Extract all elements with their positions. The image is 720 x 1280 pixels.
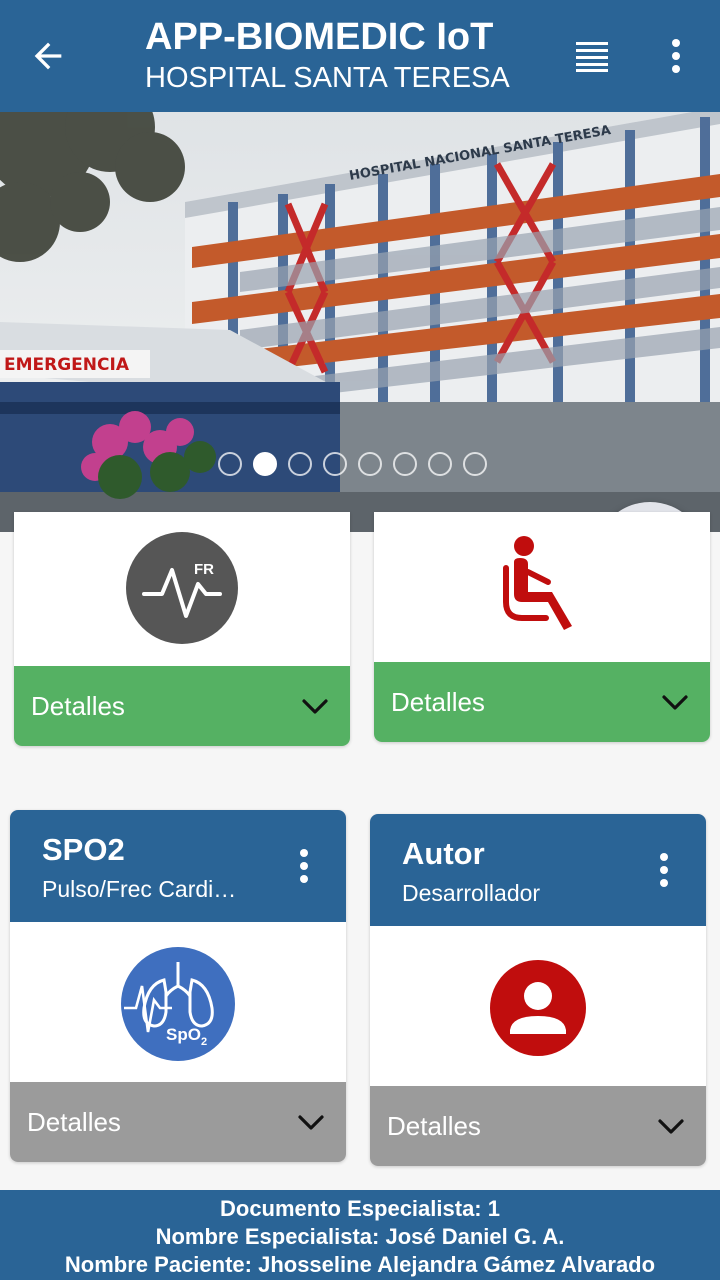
specialist-name: Nombre Especialista: José Daniel G. A. — [155, 1224, 565, 1249]
patient-name: Nombre Paciente: Jhosseline Alejandra Gá… — [64, 1252, 656, 1277]
carousel-dot[interactable] — [218, 452, 242, 476]
fr-pulse-icon: FR — [126, 532, 238, 644]
posture-card-body: Detalles — [374, 512, 710, 742]
list-icon — [576, 42, 608, 72]
spo2-lungs-icon: SpO2 — [121, 947, 235, 1061]
list-button[interactable] — [574, 38, 610, 74]
emergency-sign: EMERGENCIA — [4, 355, 130, 375]
fr-card: FR Detalles — [14, 512, 350, 746]
account-circle-icon — [490, 960, 586, 1056]
posture-details-button[interactable]: Detalles — [374, 662, 710, 742]
carousel-dot[interactable] — [358, 452, 382, 476]
autor-card: Autor Desarrollador Detalles — [370, 814, 706, 1166]
hospital-banner-carousel[interactable]: HOSPITAL NACIONAL SANTA TERESA EMERGENCI… — [0, 112, 720, 532]
spo2-icon-label: SpO — [166, 1025, 201, 1044]
session-info-footer: Documento Especialista: 1 Nombre Especia… — [0, 1190, 720, 1280]
spo2-card-title: SPO2 — [42, 832, 125, 867]
carousel-dot[interactable] — [253, 452, 277, 476]
autor-card-subtitle: Desarrollador — [402, 880, 541, 906]
autor-details-button[interactable]: Detalles — [370, 1086, 706, 1166]
spo2-card: SPO2 Pulso/Frec Cardi… SpO2 Detalles — [10, 810, 346, 1162]
back-button[interactable] — [28, 36, 68, 76]
more-vert-icon — [660, 853, 668, 887]
spo2-icon-subscript: 2 — [201, 1036, 207, 1048]
autor-card-header: Autor Desarrollador — [370, 814, 706, 926]
carousel-dot[interactable] — [463, 452, 487, 476]
fr-details-button[interactable]: Detalles — [14, 666, 350, 746]
app-subtitle: HOSPITAL SANTA TERESA — [145, 62, 510, 94]
spo2-card-body: SpO2 Detalles — [10, 922, 346, 1162]
carousel-dot[interactable] — [323, 452, 347, 476]
autor-menu-button[interactable] — [652, 850, 676, 890]
fr-card-body: FR Detalles — [14, 512, 350, 746]
autor-card-body: Detalles — [370, 926, 706, 1166]
carousel-indicator — [218, 452, 487, 476]
spo2-details-label: Detalles — [27, 1106, 121, 1137]
seated-person-icon — [503, 536, 572, 630]
fr-details-label: Detalles — [31, 690, 125, 721]
app-title: APP-BIOMEDIC IoT — [145, 16, 494, 58]
carousel-dot[interactable] — [428, 452, 452, 476]
carousel-dot[interactable] — [393, 452, 417, 476]
spo2-card-header: SPO2 Pulso/Frec Cardi… — [10, 810, 346, 922]
spo2-menu-button[interactable] — [292, 846, 316, 886]
autor-card-title: Autor — [402, 836, 485, 871]
posture-details-label: Detalles — [391, 686, 485, 717]
spo2-card-subtitle: Pulso/Frec Cardi… — [42, 876, 237, 902]
app-bar: APP-BIOMEDIC IoT HOSPITAL SANTA TERESA — [0, 0, 720, 112]
specialist-document: Documento Especialista: 1 — [220, 1196, 500, 1221]
arrow-back-icon — [34, 42, 62, 70]
chevron-down-icon — [298, 1115, 324, 1130]
chevron-down-icon — [302, 699, 328, 714]
fr-icon-label: FR — [194, 561, 214, 578]
overflow-menu-button[interactable] — [660, 36, 692, 76]
posture-card: Detalles — [374, 512, 710, 742]
more-vert-icon — [672, 39, 680, 73]
more-vert-icon — [300, 849, 308, 883]
carousel-dot[interactable] — [288, 452, 312, 476]
chevron-down-icon — [662, 695, 688, 710]
autor-details-label: Detalles — [387, 1110, 481, 1141]
spo2-details-button[interactable]: Detalles — [10, 1082, 346, 1162]
app-titles: APP-BIOMEDIC IoT HOSPITAL SANTA TERESA — [145, 16, 510, 98]
chevron-down-icon — [658, 1119, 684, 1134]
